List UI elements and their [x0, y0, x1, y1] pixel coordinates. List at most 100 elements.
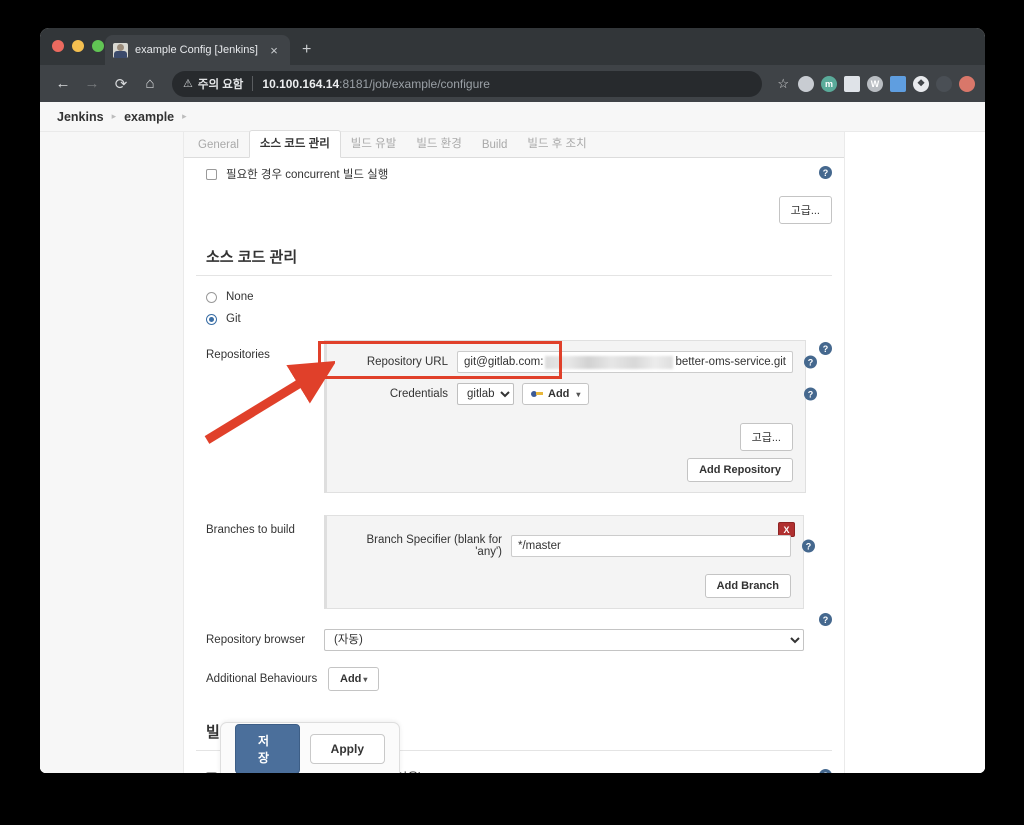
tab-build-environment[interactable]: 빌드 환경 [406, 130, 472, 157]
browser-tab-strip: example Config [Jenkins] × + [40, 28, 985, 65]
repositories-row: Repositories Repository URL git@gitlab.c… [196, 330, 832, 493]
profile-avatar-icon[interactable] [798, 75, 814, 92]
config-form: 필요한 경우 concurrent 빌드 실행 ? 고급... 소스 코드 관리… [184, 158, 844, 773]
help-icon-repositories[interactable]: ? [819, 342, 832, 355]
repository-url-label: Repository URL [366, 356, 448, 368]
browser-toolbar: ← → ⟳ ⌂ ⚠ 주의 요함 10.100.164.14 :8181/job/… [40, 65, 985, 102]
url-host: 10.100.164.14 [262, 76, 340, 91]
extension-icons: m W ❖ [798, 75, 975, 92]
credentials-label: Credentials [389, 388, 448, 400]
page-viewport: Jenkins ▸ example ▸ General 소스 코드 관리 빌드 … [40, 102, 985, 773]
maximize-window-button[interactable] [92, 40, 104, 52]
add-credentials-button[interactable]: Add ▾ [522, 383, 590, 405]
repository-browser-label: Repository browser [206, 634, 306, 646]
reload-icon[interactable]: ⟳ [108, 71, 134, 97]
concurrent-build-checkbox[interactable] [206, 168, 217, 180]
forward-icon[interactable]: → [79, 71, 105, 97]
chevron-down-icon-behaviours: ▾ [363, 674, 368, 684]
help-icon-remote-trigger[interactable]: ? [819, 769, 832, 773]
repositories-actions: 고급... Add Repository [339, 423, 793, 482]
repository-advanced-button[interactable]: 고급... [739, 423, 793, 451]
browser-window: example Config [Jenkins] × + ← → ⟳ ⌂ ⚠ 주… [40, 28, 985, 773]
branch-specifier-row: Branch Specifier (blank for 'any') */mas… [339, 534, 815, 558]
branch-specifier-label: Branch Specifier (blank for 'any') [366, 534, 502, 558]
apply-button[interactable]: Apply [309, 733, 385, 764]
breadcrumb: Jenkins ▸ example ▸ [40, 102, 985, 132]
tab-build-triggers[interactable]: 빌드 유발 [341, 130, 407, 157]
branches-box: X Branch Specifier (blank for 'any') */m… [324, 515, 815, 609]
wordpress-extension-icon[interactable]: W [867, 75, 883, 92]
scm-section-heading: 소스 코드 관리 [196, 240, 832, 276]
not-secure-warning-text: 주의 요함 [197, 78, 244, 91]
breadcrumb-item-example[interactable]: example [124, 110, 174, 124]
bookmark-star-icon[interactable]: ☆ [771, 76, 795, 92]
home-icon[interactable]: ⌂ [137, 71, 163, 97]
user-profile-icon[interactable] [936, 75, 952, 92]
help-icon-repository-url[interactable]: ? [804, 355, 817, 369]
repositories-box: Repository URL git@gitlab.com: better-oms… [324, 340, 817, 493]
breadcrumb-separator-icon: ▸ [111, 111, 117, 121]
left-gutter [40, 132, 183, 773]
branches-label: Branches to build [206, 524, 295, 536]
branches-actions: Add Branch [339, 574, 791, 598]
tab-general[interactable]: General [188, 134, 249, 157]
tab-source-code-management[interactable]: 소스 코드 관리 [248, 130, 341, 158]
omnibox-divider [252, 76, 254, 91]
pencil-extension-icon[interactable] [844, 75, 860, 92]
not-secure-warning-icon: ⚠ [183, 78, 193, 90]
config-tab-bar: General 소스 코드 관리 빌드 유발 빌드 환경 Build 빌드 후 … [184, 130, 844, 158]
help-icon-concurrent[interactable]: ? [819, 166, 832, 179]
repository-url-suffix: better-oms-service.git [675, 356, 786, 368]
branches-row: Branches to build X Branch Specifier (bl… [196, 493, 832, 609]
help-icon-branch-specifier[interactable]: ? [802, 539, 815, 553]
puzzle-extensions-icon[interactable]: ❖ [913, 75, 929, 92]
help-icon-credentials[interactable]: ? [804, 387, 817, 401]
scm-radio-none-label: None [226, 291, 254, 303]
page-body: General 소스 코드 관리 빌드 유발 빌드 환경 Build 빌드 후 … [40, 130, 985, 773]
concurrent-build-row: 필요한 경우 concurrent 빌드 실행 ? [196, 158, 832, 190]
jenkins-favicon-icon [113, 42, 128, 58]
document-extension-icon[interactable] [890, 75, 906, 92]
credentials-select[interactable]: gitlab [457, 383, 514, 405]
update-chrome-icon[interactable] [959, 75, 975, 92]
scm-radio-none[interactable] [206, 291, 217, 303]
help-icon-repository-browser[interactable]: ? [819, 613, 832, 626]
repository-browser-row: Repository browser (자동) ? [196, 609, 832, 651]
scm-radio-git-label: Git [226, 313, 241, 325]
repository-browser-select[interactable]: (자동) [324, 629, 804, 651]
tab-post-build-actions[interactable]: 빌드 후 조치 [517, 130, 596, 157]
add-behaviour-button[interactable]: Add ▾ [328, 667, 380, 691]
address-bar[interactable]: ⚠ 주의 요함 10.100.164.14 :8181/job/example/… [172, 70, 763, 97]
save-button[interactable]: 저장 [235, 723, 300, 773]
right-margin [845, 132, 985, 773]
branch-specifier-input[interactable]: */master [511, 535, 791, 557]
add-repository-button[interactable]: Add Repository [687, 458, 793, 482]
repository-url-prefix: git@gitlab.com: [464, 356, 544, 368]
back-icon[interactable]: ← [50, 71, 76, 97]
browser-tab[interactable]: example Config [Jenkins] × [105, 35, 290, 65]
save-action-bar: 저장 Apply [220, 722, 400, 773]
repository-url-redacted-region [545, 355, 674, 369]
concurrent-build-label: 필요한 경우 concurrent 빌드 실행 [226, 169, 389, 181]
repositories-label: Repositories [206, 349, 270, 361]
add-credentials-label: Add [548, 388, 570, 400]
scm-radio-none-row: None [196, 286, 832, 308]
config-form-panel: General 소스 코드 관리 빌드 유발 빌드 환경 Build 빌드 후 … [183, 130, 845, 773]
general-advanced-button[interactable]: 고급... [778, 196, 832, 224]
repository-url-input[interactable]: git@gitlab.com: better-oms-service.git [457, 351, 793, 373]
add-branch-button[interactable]: Add Branch [704, 574, 791, 598]
tab-build[interactable]: Build [472, 134, 518, 157]
remote-trigger-checkbox[interactable] [206, 771, 217, 773]
scm-radio-git[interactable] [206, 313, 217, 325]
minimize-window-button[interactable] [72, 40, 84, 52]
close-tab-icon[interactable]: × [266, 44, 282, 57]
close-window-button[interactable] [52, 40, 64, 52]
url-path: :8181/job/example/configure [339, 76, 490, 91]
additional-behaviours-label: Additional Behaviours [206, 673, 318, 685]
credentials-row: Credentials gitlab Add ▾ ? [339, 383, 817, 405]
mastodon-extension-icon[interactable]: m [821, 75, 837, 92]
add-behaviour-label: Add [340, 673, 362, 685]
breadcrumb-item-jenkins[interactable]: Jenkins [57, 110, 104, 124]
new-tab-button[interactable]: + [302, 42, 311, 58]
key-icon [531, 390, 543, 398]
